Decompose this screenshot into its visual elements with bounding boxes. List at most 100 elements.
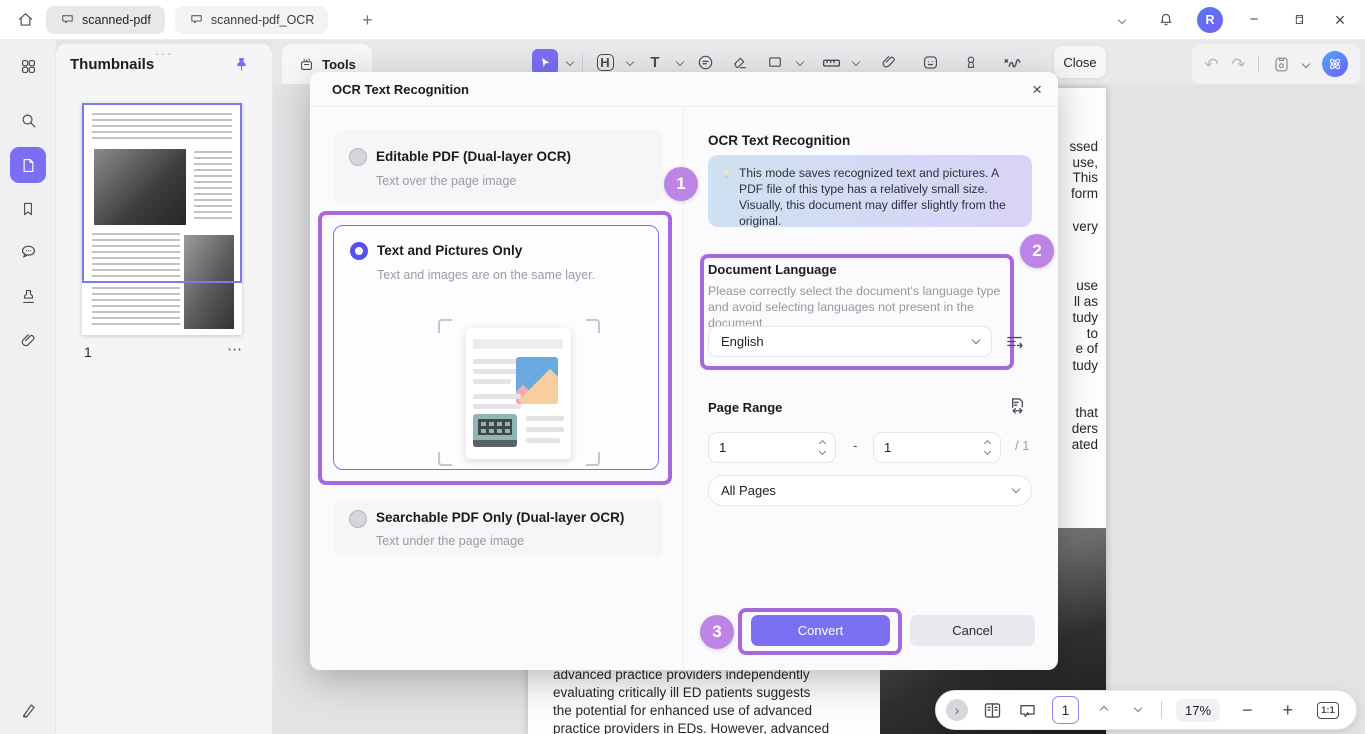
page-text-fragment: ll as <box>1074 294 1098 309</box>
tab-scanned-pdf-ocr[interactable]: scanned-pdf_OCR <box>175 6 329 34</box>
page-thumbnail[interactable] <box>82 103 242 335</box>
attachment-paperclip-icon[interactable] <box>10 322 46 358</box>
expand-chevron-icon[interactable]: › <box>946 699 968 721</box>
document-tab-icon <box>189 12 204 27</box>
new-tab-button[interactable]: + <box>352 5 382 35</box>
zoom-level[interactable]: 17% <box>1176 699 1220 722</box>
range-mode-chevron-icon <box>1012 485 1020 493</box>
info-text: This mode saves recognized text and pict… <box>739 165 1026 229</box>
info-box: This mode saves recognized text and pict… <box>708 155 1032 227</box>
dialog-title: OCR Text Recognition <box>332 82 469 97</box>
save-icon[interactable] <box>1272 55 1291 74</box>
lightbulb-icon <box>720 167 733 180</box>
page-text-fragment: e of <box>1075 341 1098 356</box>
left-sidebar <box>0 40 56 734</box>
document-text-line: the potential for enhanced use of advanc… <box>553 703 888 718</box>
range-mode-select[interactable]: All Pages <box>708 475 1032 506</box>
ai-assistant-icon[interactable] <box>1322 51 1348 77</box>
page-to-input[interactable]: 1 <box>873 432 1001 463</box>
range-dash: - <box>853 438 857 453</box>
history-save-card: ↶ ↷ <box>1192 44 1360 84</box>
page-view-icon[interactable] <box>982 700 1003 721</box>
pin-icon[interactable] <box>233 56 250 73</box>
page-text-fragment: that <box>1075 405 1098 420</box>
titlebar-chevron-down-icon[interactable] <box>1107 5 1137 35</box>
search-icon[interactable] <box>10 102 46 138</box>
page-text-fragment: use, <box>1072 155 1098 170</box>
option-editable-pdf[interactable]: Editable PDF (Dual-layer OCR) Text over … <box>333 130 663 203</box>
shape-tool-chevron-icon[interactable] <box>796 58 804 66</box>
page-text-fragment: ders <box>1072 421 1098 436</box>
spinner-arrows[interactable] <box>985 441 990 454</box>
language-value: English <box>721 334 764 349</box>
title-bar: scanned-pdf scanned-pdf_OCR + R − × <box>0 0 1365 40</box>
measure-tool-chevron-icon[interactable] <box>852 58 860 66</box>
right-panel-header: OCR Text Recognition <box>708 133 850 148</box>
panel-title: Thumbnails <box>70 56 154 73</box>
comments-icon[interactable] <box>10 233 46 269</box>
zoom-in-icon[interactable]: + <box>1283 701 1294 719</box>
tab-scanned-pdf[interactable]: scanned-pdf <box>46 6 165 34</box>
stamp-icon[interactable] <box>10 278 46 314</box>
text-tool-chevron-icon[interactable] <box>676 58 684 66</box>
app-window: scanned-pdf scanned-pdf_OCR + R − × <box>0 0 1365 734</box>
custom-language-list-icon[interactable] <box>1004 331 1025 352</box>
page-from-value: 1 <box>719 440 726 455</box>
page-thumbnails-icon[interactable] <box>10 147 46 183</box>
document-language-help: Please correctly select the document's l… <box>708 283 1010 331</box>
user-avatar[interactable]: R <box>1197 7 1223 33</box>
notifications-bell-icon[interactable] <box>1151 5 1181 35</box>
redo-icon[interactable]: ↷ <box>1231 56 1245 73</box>
illustration-image <box>516 357 558 404</box>
apps-grid-icon[interactable] <box>10 48 46 84</box>
zoom-out-icon[interactable]: − <box>1242 701 1253 719</box>
thumbnails-panel: ··· Thumbnails 1 ⋯ <box>56 44 272 734</box>
document-language-label: Document Language <box>708 262 837 277</box>
spinner-arrows[interactable] <box>820 441 825 454</box>
minimize-button[interactable]: − <box>1239 5 1269 35</box>
thumbnail-more-icon[interactable]: ⋯ <box>227 340 242 358</box>
bookmark-icon[interactable] <box>10 191 46 227</box>
page-text-fragment: ssed <box>1069 139 1098 154</box>
option-title: Searchable PDF Only (Dual-layer OCR) <box>376 510 624 525</box>
tab-label: scanned-pdf_OCR <box>211 13 315 27</box>
signature-pen-icon[interactable] <box>10 692 46 728</box>
restore-window-button[interactable] <box>1283 5 1313 35</box>
option-searchable-pdf[interactable]: Searchable PDF Only (Dual-layer OCR) Tex… <box>333 499 663 557</box>
cursor-tool-chevron-icon[interactable] <box>566 58 574 66</box>
dialog-close-icon[interactable]: × <box>1032 80 1042 100</box>
ocr-mode-illustration <box>334 226 660 471</box>
option-title: Editable PDF (Dual-layer OCR) <box>376 149 571 164</box>
page-text-fragment: tudy <box>1072 358 1098 373</box>
annotation-bubble-icon[interactable] <box>1017 700 1038 721</box>
range-mode-value: All Pages <box>721 483 776 498</box>
undo-icon[interactable]: ↶ <box>1205 56 1219 73</box>
page-text-fragment: This <box>1072 170 1098 185</box>
home-button[interactable] <box>10 5 40 35</box>
save-chevron-icon[interactable] <box>1302 60 1310 68</box>
highlighter-chevron-icon[interactable] <box>626 58 634 66</box>
page-to-value: 1 <box>884 440 891 455</box>
close-tools-button[interactable]: Close <box>1054 46 1106 78</box>
language-select[interactable]: English <box>708 326 992 357</box>
page-range-settings-icon[interactable] <box>1007 395 1028 416</box>
radio-editable-pdf[interactable] <box>349 148 367 166</box>
step-badge-2: 2 <box>1020 234 1054 268</box>
close-window-button[interactable]: × <box>1325 5 1355 35</box>
radio-searchable-pdf[interactable] <box>349 510 367 528</box>
current-page-input[interactable]: 1 <box>1052 696 1079 724</box>
viewport-indicator <box>82 103 242 283</box>
page-text-fragment: form <box>1071 186 1098 201</box>
ocr-dialog: OCR Text Recognition × Editable PDF (Dua… <box>310 72 1058 670</box>
previous-page-icon[interactable] <box>1100 706 1108 714</box>
page-from-input[interactable]: 1 <box>708 432 836 463</box>
option-text-pictures-only[interactable]: Text and Pictures Only Text and images a… <box>333 225 659 470</box>
cancel-button[interactable]: Cancel <box>910 615 1035 646</box>
actual-size-icon[interactable]: 1:1 <box>1317 702 1339 719</box>
page-text-fragment: use <box>1076 278 1098 293</box>
page-text-fragment: to <box>1087 326 1098 341</box>
next-page-icon[interactable] <box>1134 704 1142 712</box>
illustration-building <box>473 414 517 447</box>
convert-button[interactable]: Convert <box>751 615 890 646</box>
page-text-fragment: tudy <box>1072 310 1098 325</box>
